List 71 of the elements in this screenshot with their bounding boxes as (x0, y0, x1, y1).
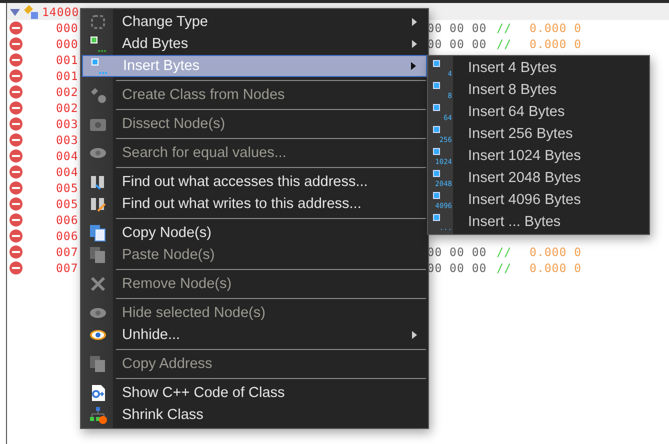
offset-text: 007 (56, 261, 78, 275)
insert-icon (433, 60, 440, 67)
offset-text: 002 (56, 85, 78, 99)
offset-text: 001 (56, 53, 78, 67)
insert-icon (433, 126, 440, 133)
remove-icon[interactable] (9, 133, 23, 147)
offset-text: 004 (56, 149, 78, 163)
insert-icon (433, 82, 440, 89)
expand-arrow-icon[interactable] (10, 6, 20, 16)
remove-icon[interactable] (9, 197, 23, 211)
comment-marker: // (496, 261, 512, 275)
comment-marker: // (496, 21, 512, 35)
class-node-icon (22, 4, 40, 20)
offset-text: 007 (56, 245, 78, 259)
float-value-text: 0.000 0 (530, 21, 582, 35)
menu-item[interactable]: Unhide... (82, 324, 427, 346)
remove-icon[interactable] (9, 261, 23, 275)
menu-item[interactable]: Change Type (82, 11, 427, 33)
remove-icon[interactable] (9, 37, 23, 51)
copy-icon (89, 224, 107, 242)
address-text: 14000 (42, 4, 80, 18)
offset-text: 002 (56, 101, 78, 115)
menu-item[interactable]: Shrink Class (82, 404, 427, 426)
offset-text: 003 (56, 117, 78, 131)
remove-icon[interactable] (9, 69, 23, 83)
remove-icon[interactable] (9, 213, 23, 227)
copy-icon (89, 246, 107, 264)
remove-icon[interactable] (9, 85, 23, 99)
hierarchy-icon (89, 406, 107, 424)
insert-icon (433, 214, 440, 221)
remove-icon[interactable] (9, 101, 23, 115)
offset-text: 005 (56, 197, 78, 211)
insert-icon (433, 192, 440, 199)
remove-icon[interactable] (9, 149, 23, 163)
menu-item[interactable]: Find out what writes to this address... (82, 193, 427, 215)
copy-icon (89, 355, 107, 373)
dotted-square-icon (89, 13, 107, 31)
remove-icon[interactable] (9, 181, 23, 195)
comment-marker: // (496, 245, 512, 259)
remove-icon[interactable] (9, 229, 23, 243)
float-value-text: 0.000 0 (530, 261, 582, 275)
close-icon (89, 275, 107, 293)
menu-item[interactable]: Find out what accesses this address... (82, 171, 427, 193)
offset-text: 006 (56, 229, 78, 243)
offset-text: 003 (56, 133, 78, 147)
insert-icon (433, 170, 440, 177)
menu-item[interactable]: Add Bytes (82, 33, 427, 55)
add-icon (89, 35, 107, 53)
offset-text: 006 (56, 213, 78, 227)
remove-icon[interactable] (9, 53, 23, 67)
remove-icon[interactable] (9, 165, 23, 179)
remove-icon[interactable] (9, 245, 23, 259)
remove-icon[interactable] (9, 117, 23, 131)
insert-icon (433, 104, 440, 111)
remove-icon[interactable] (9, 21, 23, 35)
offset-text: 005 (56, 181, 78, 195)
offset-text: 004 (56, 165, 78, 179)
class-icon (89, 86, 107, 104)
binoculars-icon (89, 195, 107, 213)
float-value-text: 0.000 0 (530, 37, 582, 51)
code-file-icon (89, 384, 107, 402)
comment-marker: // (496, 37, 512, 51)
offset-text: 000 (56, 21, 78, 35)
insert-icon (433, 148, 440, 155)
insert-icon (90, 57, 108, 75)
offset-text: 001 (56, 69, 78, 83)
offset-text: 000 (56, 37, 78, 51)
menu-item[interactable]: Show C++ Code of Class (82, 382, 427, 404)
float-value-text: 0.000 0 (530, 245, 582, 259)
menu-item[interactable]: Copy Node(s) (82, 222, 427, 244)
binoculars-icon (89, 173, 107, 191)
